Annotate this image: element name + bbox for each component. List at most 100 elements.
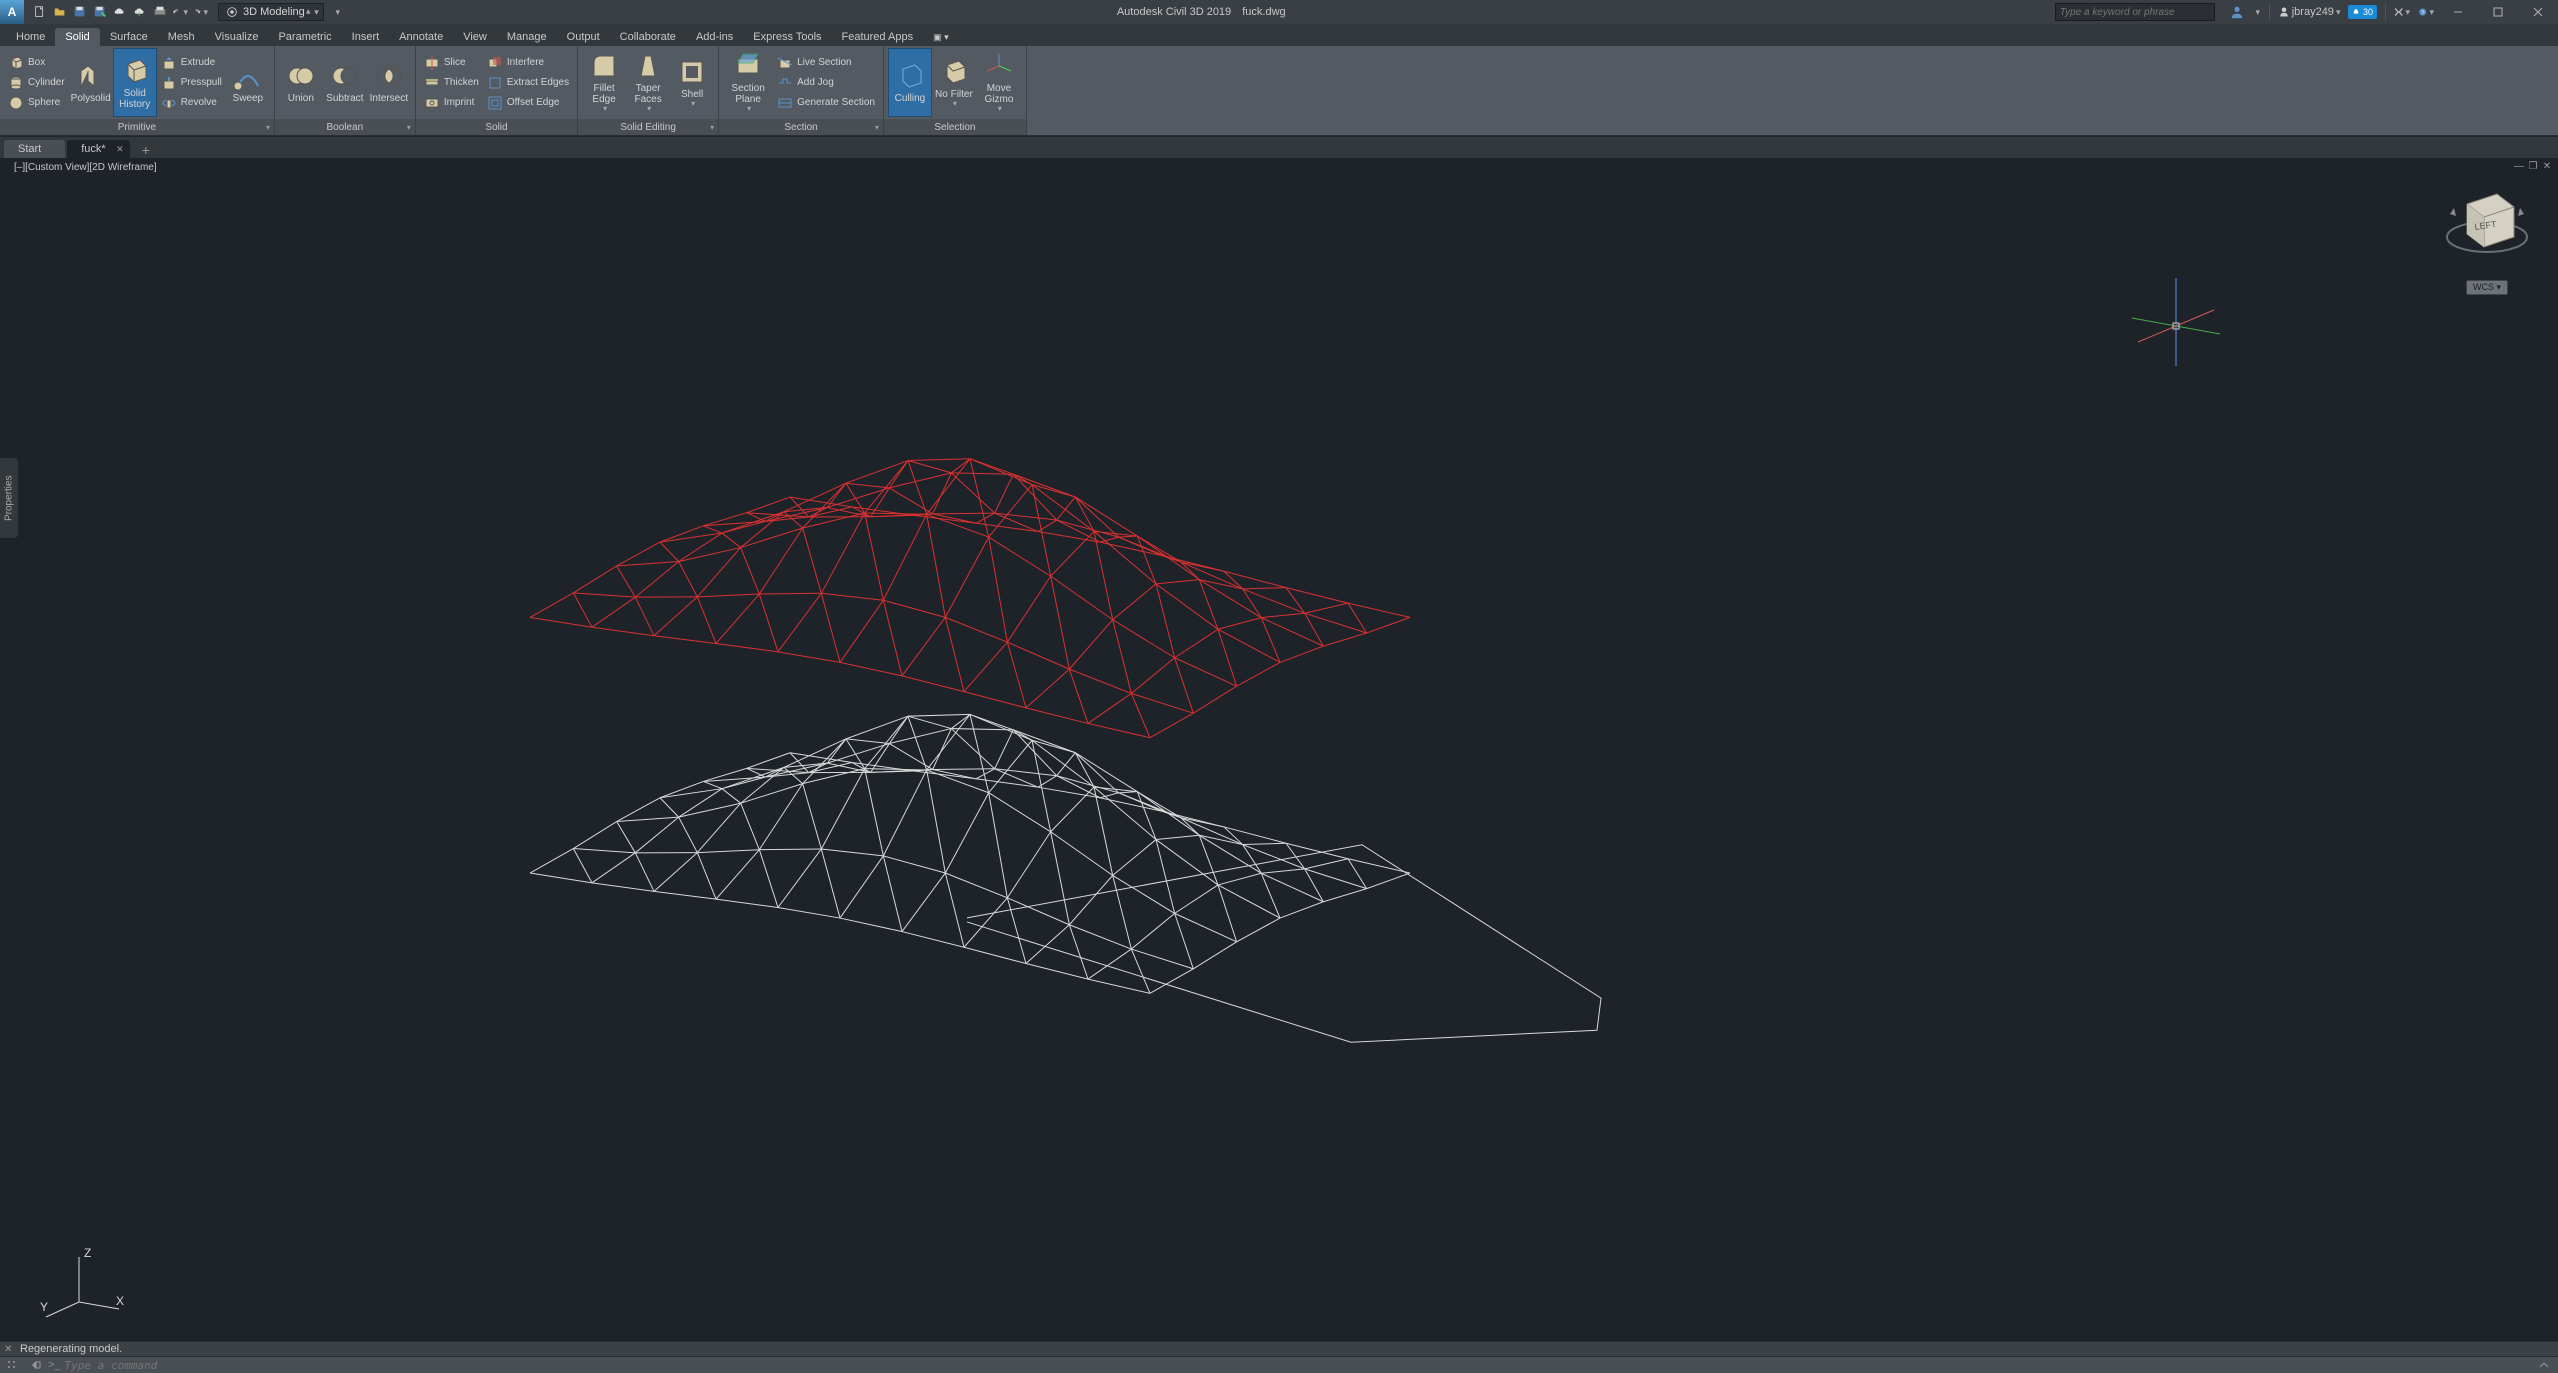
cmd-handle-icon[interactable] bbox=[4, 1358, 20, 1372]
vp-close-icon[interactable]: ✕ bbox=[2540, 160, 2554, 172]
revolve-button[interactable]: Revolve bbox=[157, 93, 226, 113]
panel-solid-title: Solid bbox=[416, 119, 577, 135]
workspace-dropdown[interactable]: 3D Modeling bbox=[218, 3, 324, 21]
file-title: fuck.dwg bbox=[1242, 6, 1285, 18]
solid-history-button[interactable]: Solid History bbox=[113, 48, 157, 117]
cylinder-button[interactable]: Cylinder bbox=[4, 73, 69, 93]
culling-button[interactable]: Culling bbox=[888, 48, 932, 117]
redo-icon[interactable]: ▾ bbox=[192, 4, 208, 20]
ribbon-tab-annotate[interactable]: Annotate bbox=[389, 28, 453, 46]
properties-palette-tab[interactable]: Properties bbox=[0, 458, 18, 538]
move-gizmo-button[interactable]: Move Gizmo bbox=[976, 48, 1022, 117]
panel-section-title[interactable]: Section bbox=[719, 119, 883, 135]
cmd-close-icon[interactable]: ✕ bbox=[4, 1344, 12, 1355]
cloud-save-icon[interactable] bbox=[132, 4, 148, 20]
drawing-canvas[interactable] bbox=[0, 158, 2558, 1341]
surface-mesh-white[interactable] bbox=[530, 714, 1410, 993]
interfere-button[interactable]: Interfere bbox=[483, 53, 573, 73]
window-minimize[interactable] bbox=[2438, 0, 2478, 24]
qat-more-icon[interactable]: ▾ bbox=[330, 4, 346, 20]
app-logo[interactable]: A bbox=[0, 0, 24, 24]
new-icon[interactable] bbox=[32, 4, 48, 20]
surface-mesh-red[interactable] bbox=[530, 459, 1410, 738]
help-icon[interactable]: ?▾ bbox=[2418, 4, 2434, 20]
file-tab-doc[interactable]: fuck*✕ bbox=[67, 140, 129, 158]
wcs-label[interactable]: WCS ▾ bbox=[2466, 280, 2508, 295]
ribbon-tab-visualize[interactable]: Visualize bbox=[205, 28, 269, 46]
sphere-button[interactable]: Sphere bbox=[4, 93, 69, 113]
cmd-expand-icon[interactable] bbox=[2536, 1358, 2552, 1372]
subtract-button[interactable]: Subtract bbox=[323, 48, 367, 117]
signin-drop-icon[interactable]: ▾ bbox=[2253, 4, 2261, 20]
window-close[interactable] bbox=[2518, 0, 2558, 24]
sweep-button[interactable]: Sweep bbox=[226, 48, 270, 117]
add-jog-button[interactable]: Add Jog bbox=[773, 73, 879, 93]
ribbon-tab-collaborate[interactable]: Collaborate bbox=[610, 28, 686, 46]
ribbon-tab-mesh[interactable]: Mesh bbox=[158, 28, 205, 46]
section-plane-button[interactable]: Section Plane bbox=[723, 48, 773, 117]
vp-restore-icon[interactable]: ❐ bbox=[2526, 160, 2540, 172]
fillet-edge-button[interactable]: Fillet Edge bbox=[582, 48, 626, 117]
ribbon-minimize-icon[interactable]: ▣ ▾ bbox=[923, 29, 959, 46]
search-input[interactable] bbox=[2055, 3, 2215, 21]
polysolid-button[interactable]: Polysolid bbox=[69, 48, 113, 117]
undo-icon[interactable]: ▾ bbox=[172, 4, 188, 20]
save-icon[interactable] bbox=[72, 4, 88, 20]
command-input[interactable] bbox=[65, 1359, 2532, 1372]
ribbon-tab-manage[interactable]: Manage bbox=[497, 28, 557, 46]
ucs-icon: Z X Y bbox=[34, 1247, 124, 1327]
window-maximize[interactable] bbox=[2478, 0, 2518, 24]
ribbon-tab-express-tools[interactable]: Express Tools bbox=[743, 28, 831, 46]
ribbon-tab-surface[interactable]: Surface bbox=[100, 28, 158, 46]
base-outline[interactable] bbox=[967, 845, 1601, 1043]
ribbon-tab-parametric[interactable]: Parametric bbox=[268, 28, 341, 46]
ribbon-tab-output[interactable]: Output bbox=[557, 28, 610, 46]
ribbon-tab-featured-apps[interactable]: Featured Apps bbox=[832, 28, 924, 46]
saveas-icon[interactable] bbox=[92, 4, 108, 20]
intersect-button[interactable]: Intersect bbox=[367, 48, 411, 117]
file-tabs: Start fuck*✕ + bbox=[0, 136, 2558, 158]
ribbon-tab-view[interactable]: View bbox=[453, 28, 497, 46]
panel-solid-editing-title[interactable]: Solid Editing bbox=[578, 119, 718, 135]
command-history: ✕ Regenerating model. bbox=[0, 1341, 2558, 1356]
open-icon[interactable] bbox=[52, 4, 68, 20]
separator bbox=[2269, 4, 2270, 20]
offset-edge-button[interactable]: Offset Edge bbox=[483, 93, 573, 113]
no-filter-button[interactable]: No Filter bbox=[932, 48, 976, 117]
viewport-controls[interactable]: [–][Custom View][2D Wireframe] bbox=[14, 162, 157, 173]
union-button[interactable]: Union bbox=[279, 48, 323, 117]
thicken-button[interactable]: Thicken bbox=[420, 73, 483, 93]
exchange-icon[interactable]: ▾ bbox=[2394, 4, 2410, 20]
ribbon-tab-insert[interactable]: Insert bbox=[342, 28, 390, 46]
signin-icon[interactable] bbox=[2229, 4, 2245, 20]
imprint-button[interactable]: Imprint bbox=[420, 93, 483, 113]
command-input-row: >_ bbox=[0, 1356, 2558, 1373]
extrude-button[interactable]: Extrude bbox=[157, 53, 226, 73]
panel-primitive-title[interactable]: Primitive bbox=[0, 119, 274, 135]
ribbon-tab-add-ins[interactable]: Add-ins bbox=[686, 28, 743, 46]
shell-button[interactable]: Shell bbox=[670, 48, 714, 117]
plot-icon[interactable] bbox=[152, 4, 168, 20]
user-label[interactable]: jbray249▾ bbox=[2278, 6, 2341, 18]
ribbon-tab-home[interactable]: Home bbox=[6, 28, 55, 46]
close-tab-icon[interactable]: ✕ bbox=[116, 144, 124, 155]
panel-solid: Slice Thicken Imprint Interfere Extract … bbox=[416, 46, 578, 135]
viewcube[interactable]: LEFT WCS ▾ bbox=[2442, 182, 2532, 295]
generate-section-button[interactable]: Generate Section bbox=[773, 93, 879, 113]
vp-minimize-icon[interactable]: — bbox=[2512, 160, 2526, 172]
new-tab-icon[interactable]: + bbox=[132, 142, 160, 158]
cmd-recent-icon[interactable] bbox=[28, 1358, 44, 1372]
viewport[interactable]: [–][Custom View][2D Wireframe] — ❐ ✕ Pro… bbox=[0, 158, 2558, 1341]
file-tab-start[interactable]: Start bbox=[4, 140, 65, 158]
ribbon-tab-solid[interactable]: Solid bbox=[55, 28, 99, 46]
live-section-button[interactable]: Live Section bbox=[773, 53, 879, 73]
slice-button[interactable]: Slice bbox=[420, 53, 483, 73]
presspull-button[interactable]: Presspull bbox=[157, 73, 226, 93]
extract-edges-button[interactable]: Extract Edges bbox=[483, 73, 573, 93]
notification-badge[interactable]: 30 bbox=[2348, 5, 2377, 19]
panel-primitive: Box Cylinder Sphere Polysolid Solid Hist… bbox=[0, 46, 275, 135]
panel-boolean-title[interactable]: Boolean bbox=[275, 119, 415, 135]
taper-faces-button[interactable]: Taper Faces bbox=[626, 48, 670, 117]
box-button[interactable]: Box bbox=[4, 53, 69, 73]
cloud-open-icon[interactable] bbox=[112, 4, 128, 20]
